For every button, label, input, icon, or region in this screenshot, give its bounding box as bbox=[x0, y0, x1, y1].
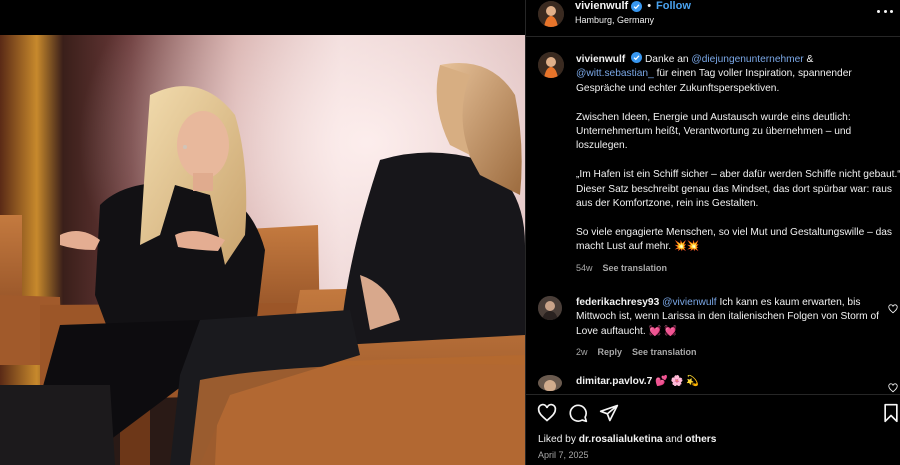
caption-line1-pre: Danke an bbox=[644, 54, 692, 65]
post-photo[interactable] bbox=[0, 35, 525, 465]
reply-button[interactable]: Reply bbox=[598, 345, 623, 359]
post-location[interactable]: Hamburg, Germany bbox=[575, 15, 654, 25]
author-username[interactable]: vivienwulf bbox=[575, 0, 628, 12]
caption-paragraph: So viele engagierte Menschen, so viel Mu… bbox=[576, 226, 892, 253]
post-date: April 7, 2025 bbox=[538, 450, 589, 460]
caption-paragraph: Zwischen Ideen, Energie und Austausch wu… bbox=[576, 111, 852, 152]
mention-link[interactable]: @diejungenunternehmer bbox=[691, 54, 803, 65]
caption-age[interactable]: 54w bbox=[576, 261, 593, 275]
comment-content: 💕 🌸 💫 bbox=[652, 376, 699, 387]
likes-summary: Liked by dr.rosalialuketina and others bbox=[538, 434, 716, 445]
likes-joiner: and bbox=[662, 434, 686, 445]
post-header: vivienwulf • Follow Hamburg, Germany bbox=[526, 0, 900, 36]
caption-text: vivienwulf Danke an @diejungenunternehme… bbox=[576, 52, 900, 275]
bookmark-icon[interactable] bbox=[881, 403, 900, 423]
comment-text: federikachresy93 @vivienwulf Ich kann es… bbox=[576, 296, 881, 360]
caption-paragraph: Dieser Satz beschreibt genau das Mindset… bbox=[576, 183, 892, 210]
comment-text: dimitar.pavlov.7 💕 🌸 💫 bbox=[576, 375, 881, 389]
comment-like-heart-icon[interactable] bbox=[888, 304, 898, 314]
comment-like-heart-icon[interactable] bbox=[888, 383, 898, 393]
caption-quote: „Im Hafen ist ein Schiff sicher – aber d… bbox=[576, 169, 900, 181]
commenter-avatar[interactable] bbox=[538, 375, 562, 391]
heart-icon[interactable] bbox=[537, 403, 557, 423]
caption-line1-post: & bbox=[803, 54, 814, 65]
commenter-avatar[interactable] bbox=[538, 296, 562, 320]
author-avatar[interactable] bbox=[538, 1, 564, 27]
action-bar bbox=[526, 400, 900, 424]
post-side-panel: vivienwulf • Follow Hamburg, Germany viv… bbox=[525, 0, 900, 465]
commenter-username[interactable]: dimitar.pavlov.7 bbox=[576, 376, 652, 387]
header-divider bbox=[526, 36, 900, 37]
comment-meta: 2w Reply See translation bbox=[576, 345, 881, 359]
more-options-icon[interactable] bbox=[877, 6, 893, 16]
comment-bubble-icon[interactable] bbox=[568, 403, 588, 423]
see-translation-button[interactable]: See translation bbox=[603, 261, 668, 275]
liked-by-user[interactable]: dr.rosalialuketina bbox=[579, 434, 663, 445]
comment-age[interactable]: 2w bbox=[576, 345, 588, 359]
likes-prefix: Liked by bbox=[538, 434, 579, 445]
mention-link[interactable]: @witt.sebastian_ bbox=[576, 68, 654, 79]
commenter-username[interactable]: federikachresy93 bbox=[576, 297, 659, 308]
paper-plane-icon[interactable] bbox=[599, 403, 619, 423]
verified-badge-icon bbox=[631, 52, 643, 63]
header-line: vivienwulf • Follow bbox=[575, 0, 691, 12]
caption-meta: 54w See translation bbox=[576, 261, 900, 275]
see-translation-button[interactable]: See translation bbox=[632, 345, 697, 359]
caption-author-avatar[interactable] bbox=[538, 52, 564, 78]
post-media-area bbox=[0, 0, 525, 465]
separator-dot: • bbox=[647, 0, 652, 12]
caption-username[interactable]: vivienwulf bbox=[576, 54, 625, 65]
mention-link[interactable]: @vivienwulf bbox=[662, 297, 717, 308]
likes-others-link[interactable]: others bbox=[685, 434, 716, 445]
actions-divider bbox=[526, 394, 900, 395]
follow-button[interactable]: Follow bbox=[656, 0, 691, 12]
verified-badge-icon bbox=[631, 0, 643, 12]
